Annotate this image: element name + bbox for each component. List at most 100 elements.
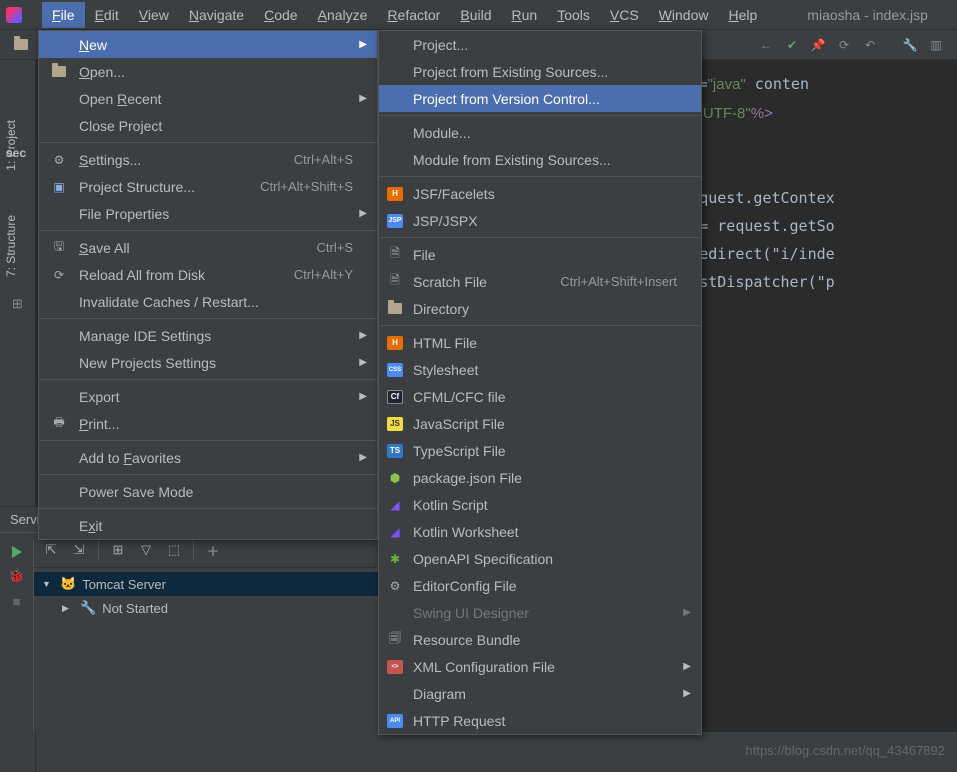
menu-item-invalidate-caches-restart[interactable]: Invalidate Caches / Restart... — [39, 288, 377, 315]
menu-item-label: File Properties — [79, 206, 169, 222]
menu-item-label: Manage IDE Settings — [79, 328, 211, 344]
menu-item-project-from-existing-sources[interactable]: Project from Existing Sources... — [379, 58, 701, 85]
drawer-icon[interactable]: ▥ — [927, 36, 945, 54]
menu-file[interactable]: File — [42, 2, 85, 28]
menu-item-reload-all-from-disk[interactable]: ⟳Reload All from DiskCtrl+Alt+Y — [39, 261, 377, 288]
menu-item-resource-bundle[interactable]: 🗐Resource Bundle — [379, 626, 701, 653]
menu-item-label: Close Project — [79, 118, 162, 134]
menu-view[interactable]: View — [129, 2, 179, 28]
menu-item-openapi-specification[interactable]: ✱OpenAPI Specification — [379, 545, 701, 572]
tree-arrow-icon[interactable]: ▶ — [62, 603, 74, 614]
undo-icon[interactable]: ↶ — [861, 36, 879, 54]
menu-item-save-all[interactable]: 🖫Save AllCtrl+S — [39, 234, 377, 261]
menu-item-label: Exit — [79, 518, 102, 534]
menu-item-project-structure[interactable]: ▣Project Structure...Ctrl+Alt+Shift+S — [39, 173, 377, 200]
folder-icon — [51, 64, 67, 80]
menu-item-package-json-file[interactable]: ⬢package.json File — [379, 464, 701, 491]
history-icon[interactable]: ⟳ — [835, 36, 853, 54]
service-row-tomcat-server[interactable]: ▼🐱Tomcat Server — [34, 572, 378, 596]
menu-refactor[interactable]: Refactor — [377, 2, 450, 28]
menu-navigate[interactable]: Navigate — [179, 2, 254, 28]
check-icon[interactable]: ✔ — [783, 36, 801, 54]
menu-item-label: Directory — [413, 301, 469, 317]
menu-item-swing-ui-designer: Swing UI Designer▶ — [379, 599, 701, 626]
menu-item-kotlin-script[interactable]: ◢Kotlin Script — [379, 491, 701, 518]
stop-icon[interactable]: ■ — [13, 594, 21, 609]
menu-item-exit[interactable]: Exit — [39, 512, 377, 539]
service-row-not-started[interactable]: ▶🔧Not Started — [34, 596, 378, 620]
proj-icon: ▣ — [51, 179, 67, 195]
kt-icon: ◢ — [387, 497, 403, 513]
menu-item-stylesheet[interactable]: CSSStylesheet — [379, 356, 701, 383]
menu-item-directory[interactable]: Directory — [379, 295, 701, 322]
filter-icon[interactable]: ▽ — [133, 537, 159, 563]
menu-item-jsp-jspx[interactable]: JSPJSP/JSPX — [379, 207, 701, 234]
menu-item-xml-configuration-file[interactable]: <>XML Configuration File▶ — [379, 653, 701, 680]
menu-item-project-from-version-control[interactable]: Project from Version Control... — [379, 85, 701, 112]
menu-item-label: Invalidate Caches / Restart... — [79, 294, 259, 310]
menu-item-cfml-cfc-file[interactable]: CfCFML/CFC file — [379, 383, 701, 410]
menu-item-add-to-favorites[interactable]: Add to Favorites▶ — [39, 444, 377, 471]
menu-item-jsf-facelets[interactable]: HJSF/Facelets — [379, 180, 701, 207]
wrench-icon[interactable]: 🔧 — [901, 36, 919, 54]
menu-item-module[interactable]: Module... — [379, 119, 701, 146]
menu-item-power-save-mode[interactable]: Power Save Mode — [39, 478, 377, 505]
project-title: miaosha - index.jsp — [807, 7, 928, 23]
menu-vcs[interactable]: VCS — [600, 2, 649, 28]
pin-icon[interactable]: 📌 — [809, 36, 827, 54]
menu-item-manage-ide-settings[interactable]: Manage IDE Settings▶ — [39, 322, 377, 349]
menu-item-export[interactable]: Export▶ — [39, 383, 377, 410]
grid-icon[interactable]: ⊞ — [105, 537, 131, 563]
menu-item-file[interactable]: 🗎File — [379, 241, 701, 268]
menu-item-http-request[interactable]: APIHTTP Request — [379, 707, 701, 734]
menu-item-javascript-file[interactable]: JSJavaScript File — [379, 410, 701, 437]
expand-all-icon[interactable]: ⇱ — [38, 537, 64, 563]
app-icon — [6, 7, 22, 23]
sidebar-tab-structure[interactable]: 7: Structure — [0, 205, 22, 287]
menu-window[interactable]: Window — [649, 2, 719, 28]
menu-item-typescript-file[interactable]: TSTypeScript File — [379, 437, 701, 464]
menu-item-print[interactable]: 🖶Print... — [39, 410, 377, 437]
menu-item-close-project[interactable]: Close Project — [39, 112, 377, 139]
add-icon[interactable]: ＋ — [200, 537, 226, 563]
separator — [379, 237, 701, 238]
menu-item-file-properties[interactable]: File Properties▶ — [39, 200, 377, 227]
menu-build[interactable]: Build — [450, 2, 501, 28]
menu-item-open[interactable]: Open... — [39, 58, 377, 85]
menu-item-scratch-file[interactable]: 🗎Scratch FileCtrl+Alt+Shift+Insert — [379, 268, 701, 295]
menu-help[interactable]: Help — [718, 2, 767, 28]
open-icon[interactable] — [12, 36, 30, 54]
menu-code[interactable]: Code — [254, 2, 307, 28]
layout-icon[interactable]: ⬚ — [161, 537, 187, 563]
bug-icon[interactable]: 🐞 — [8, 568, 24, 584]
menu-item-module-from-existing-sources[interactable]: Module from Existing Sources... — [379, 146, 701, 173]
menu-item-new-projects-settings[interactable]: New Projects Settings▶ — [39, 349, 377, 376]
tree-arrow-icon[interactable]: ▼ — [42, 579, 54, 589]
shortcut-label: Ctrl+Alt+Y — [294, 267, 353, 282]
run-icon[interactable] — [12, 546, 22, 558]
back-icon[interactable]: ← — [757, 36, 775, 54]
collapse-all-icon[interactable]: ⇲ — [66, 537, 92, 563]
menu-analyze[interactable]: Analyze — [308, 2, 378, 28]
badge-icon: JSP — [387, 213, 403, 229]
menu-item-label: Power Save Mode — [79, 484, 193, 500]
menu-item-label: CFML/CFC file — [413, 389, 506, 405]
sidebar-tab-project[interactable]: 1: Project — [0, 110, 22, 181]
menu-item-settings[interactable]: ⚙Settings...Ctrl+Alt+S — [39, 146, 377, 173]
menu-item-label: Project from Version Control... — [413, 91, 600, 107]
menu-item-html-file[interactable]: HHTML File — [379, 329, 701, 356]
menu-item-label: Project... — [413, 37, 468, 53]
menu-item-new[interactable]: New▶ — [39, 31, 377, 58]
submenu-arrow-icon: ▶ — [359, 39, 367, 50]
menu-item-kotlin-worksheet[interactable]: ◢Kotlin Worksheet — [379, 518, 701, 545]
menu-tools[interactable]: Tools — [547, 2, 600, 28]
wrench-icon: 🔧 — [80, 600, 96, 616]
menu-edit[interactable]: Edit — [85, 2, 129, 28]
menu-item-project[interactable]: Project... — [379, 31, 701, 58]
submenu-arrow-icon: ▶ — [359, 452, 367, 463]
menu-run[interactable]: Run — [501, 2, 547, 28]
menu-item-label: Diagram — [413, 686, 466, 702]
menu-item-open-recent[interactable]: Open Recent▶ — [39, 85, 377, 112]
menu-item-diagram[interactable]: Diagram▶ — [379, 680, 701, 707]
menu-item-editorconfig-file[interactable]: ⚙EditorConfig File — [379, 572, 701, 599]
